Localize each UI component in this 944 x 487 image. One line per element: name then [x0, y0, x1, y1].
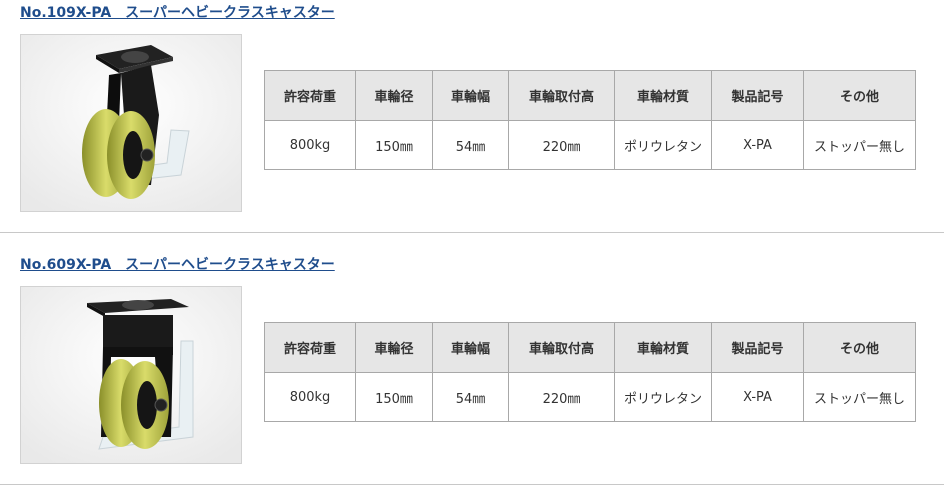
value-other: ストッパー無し	[803, 120, 916, 170]
header-other: その他	[803, 70, 916, 121]
header-product-code: 製品記号	[711, 70, 804, 121]
product-title-link[interactable]: No.109X-PA スーパーヘビークラスキャスター	[20, 2, 335, 22]
header-wheel-width: 車輪幅	[432, 322, 509, 373]
spec-table: 許容荷重 車輪径 車輪幅 車輪取付高 車輪材質 製品記号 その他 800kg 1…	[264, 70, 916, 170]
spec-value-row: 800kg 150㎜ 54㎜ 220㎜ ポリウレタン X-PA ストッパー無し	[264, 120, 916, 170]
product-title-link[interactable]: No.609X-PA スーパーヘビークラスキャスター	[20, 254, 335, 274]
header-wheel-diameter: 車輪径	[355, 70, 433, 121]
value-allowable-load: 800kg	[264, 372, 356, 422]
value-wheel-width: 54㎜	[432, 120, 509, 170]
header-wheel-material: 車輪材質	[614, 322, 712, 373]
spec-header-row: 許容荷重 車輪径 車輪幅 車輪取付高 車輪材質 製品記号 その他	[264, 70, 916, 121]
product-section-109x-pa: No.109X-PA スーパーヘビークラスキャスター 許容荷重 車輪径 車輪幅 …	[0, 0, 944, 232]
header-mounting-height: 車輪取付高	[508, 70, 615, 121]
value-product-code: X-PA	[711, 120, 804, 170]
value-wheel-material: ポリウレタン	[614, 372, 712, 422]
header-wheel-diameter: 車輪径	[355, 322, 433, 373]
value-wheel-diameter: 150㎜	[355, 120, 433, 170]
section-divider	[0, 232, 944, 233]
header-other: その他	[803, 322, 916, 373]
header-product-code: 製品記号	[711, 322, 804, 373]
header-allowable-load: 許容荷重	[264, 70, 356, 121]
spec-header-row: 許容荷重 車輪径 車輪幅 車輪取付高 車輪材質 製品記号 その他	[264, 322, 916, 373]
product-section-609x-pa: No.609X-PA スーパーヘビークラスキャスター 許容荷重 車輪径 車輪幅 …	[0, 252, 944, 484]
value-wheel-width: 54㎜	[432, 372, 509, 422]
header-mounting-height: 車輪取付高	[508, 322, 615, 373]
value-allowable-load: 800kg	[264, 120, 356, 170]
spec-table: 許容荷重 車輪径 車輪幅 車輪取付高 車輪材質 製品記号 その他 800kg 1…	[264, 322, 916, 422]
header-wheel-material: 車輪材質	[614, 70, 712, 121]
section-divider	[0, 484, 944, 485]
spec-value-row: 800kg 150㎜ 54㎜ 220㎜ ポリウレタン X-PA ストッパー無し	[264, 372, 916, 422]
value-mounting-height: 220㎜	[508, 372, 615, 422]
caster-swivel-photo	[20, 34, 242, 212]
caster-rigid-photo	[20, 286, 242, 464]
header-allowable-load: 許容荷重	[264, 322, 356, 373]
value-product-code: X-PA	[711, 372, 804, 422]
value-wheel-material: ポリウレタン	[614, 120, 712, 170]
value-other: ストッパー無し	[803, 372, 916, 422]
value-mounting-height: 220㎜	[508, 120, 615, 170]
header-wheel-width: 車輪幅	[432, 70, 509, 121]
value-wheel-diameter: 150㎜	[355, 372, 433, 422]
